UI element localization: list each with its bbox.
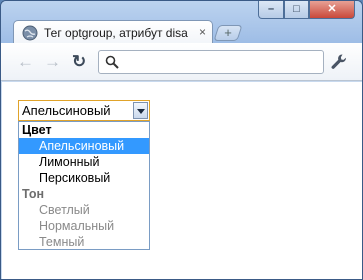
select-dropdown-list: Цвет Апельсиновый Лимонный Персиковый То… bbox=[18, 121, 150, 250]
address-bar[interactable] bbox=[98, 50, 324, 74]
fruit-select[interactable]: Апельсиновый bbox=[18, 100, 150, 121]
option-dark: Темный bbox=[39, 235, 85, 249]
page-content: Апельсиновый Цвет Апельсиновый Лимонный … bbox=[2, 82, 362, 279]
search-icon bbox=[105, 55, 119, 69]
maximize-icon: □ bbox=[293, 3, 300, 15]
back-arrow-icon[interactable]: ← bbox=[17, 53, 34, 71]
maximize-button[interactable]: □ bbox=[284, 1, 309, 19]
browser-tab[interactable]: Тег optgroup, атрибут disa × bbox=[13, 20, 213, 44]
option-normal: Нормальный bbox=[39, 219, 115, 233]
tab-title: Тег optgroup, атрибут disa bbox=[44, 25, 188, 40]
minimize-button[interactable]: – bbox=[258, 1, 284, 19]
option-peach[interactable]: Персиковый bbox=[19, 170, 149, 186]
optgroup-label-color: Цвет bbox=[22, 123, 52, 137]
option-lemon[interactable]: Лимонный bbox=[19, 154, 149, 170]
tab-close-icon[interactable]: × bbox=[199, 26, 206, 38]
option-light: Светлый bbox=[39, 203, 90, 217]
wrench-icon[interactable] bbox=[330, 53, 348, 71]
select-value: Апельсиновый bbox=[22, 103, 111, 118]
minimize-icon: – bbox=[267, 3, 275, 15]
new-tab-button[interactable]: + bbox=[213, 25, 243, 41]
close-icon: ✕ bbox=[327, 3, 337, 15]
browser-toolbar: ← → ↻ bbox=[1, 43, 362, 81]
reload-icon[interactable]: ↻ bbox=[72, 53, 86, 71]
browser-window: Тег optgroup, атрибут disa × + – □ ✕ ← →… bbox=[0, 0, 363, 280]
globe-icon bbox=[22, 25, 38, 40]
chevron-down-icon[interactable] bbox=[133, 102, 148, 119]
close-window-button[interactable]: ✕ bbox=[309, 1, 355, 19]
forward-arrow-icon[interactable]: → bbox=[44, 53, 61, 71]
option-orange[interactable]: Апельсиновый bbox=[19, 138, 149, 154]
optgroup-label-tone: Тон bbox=[22, 187, 45, 201]
plus-icon: + bbox=[224, 25, 232, 40]
